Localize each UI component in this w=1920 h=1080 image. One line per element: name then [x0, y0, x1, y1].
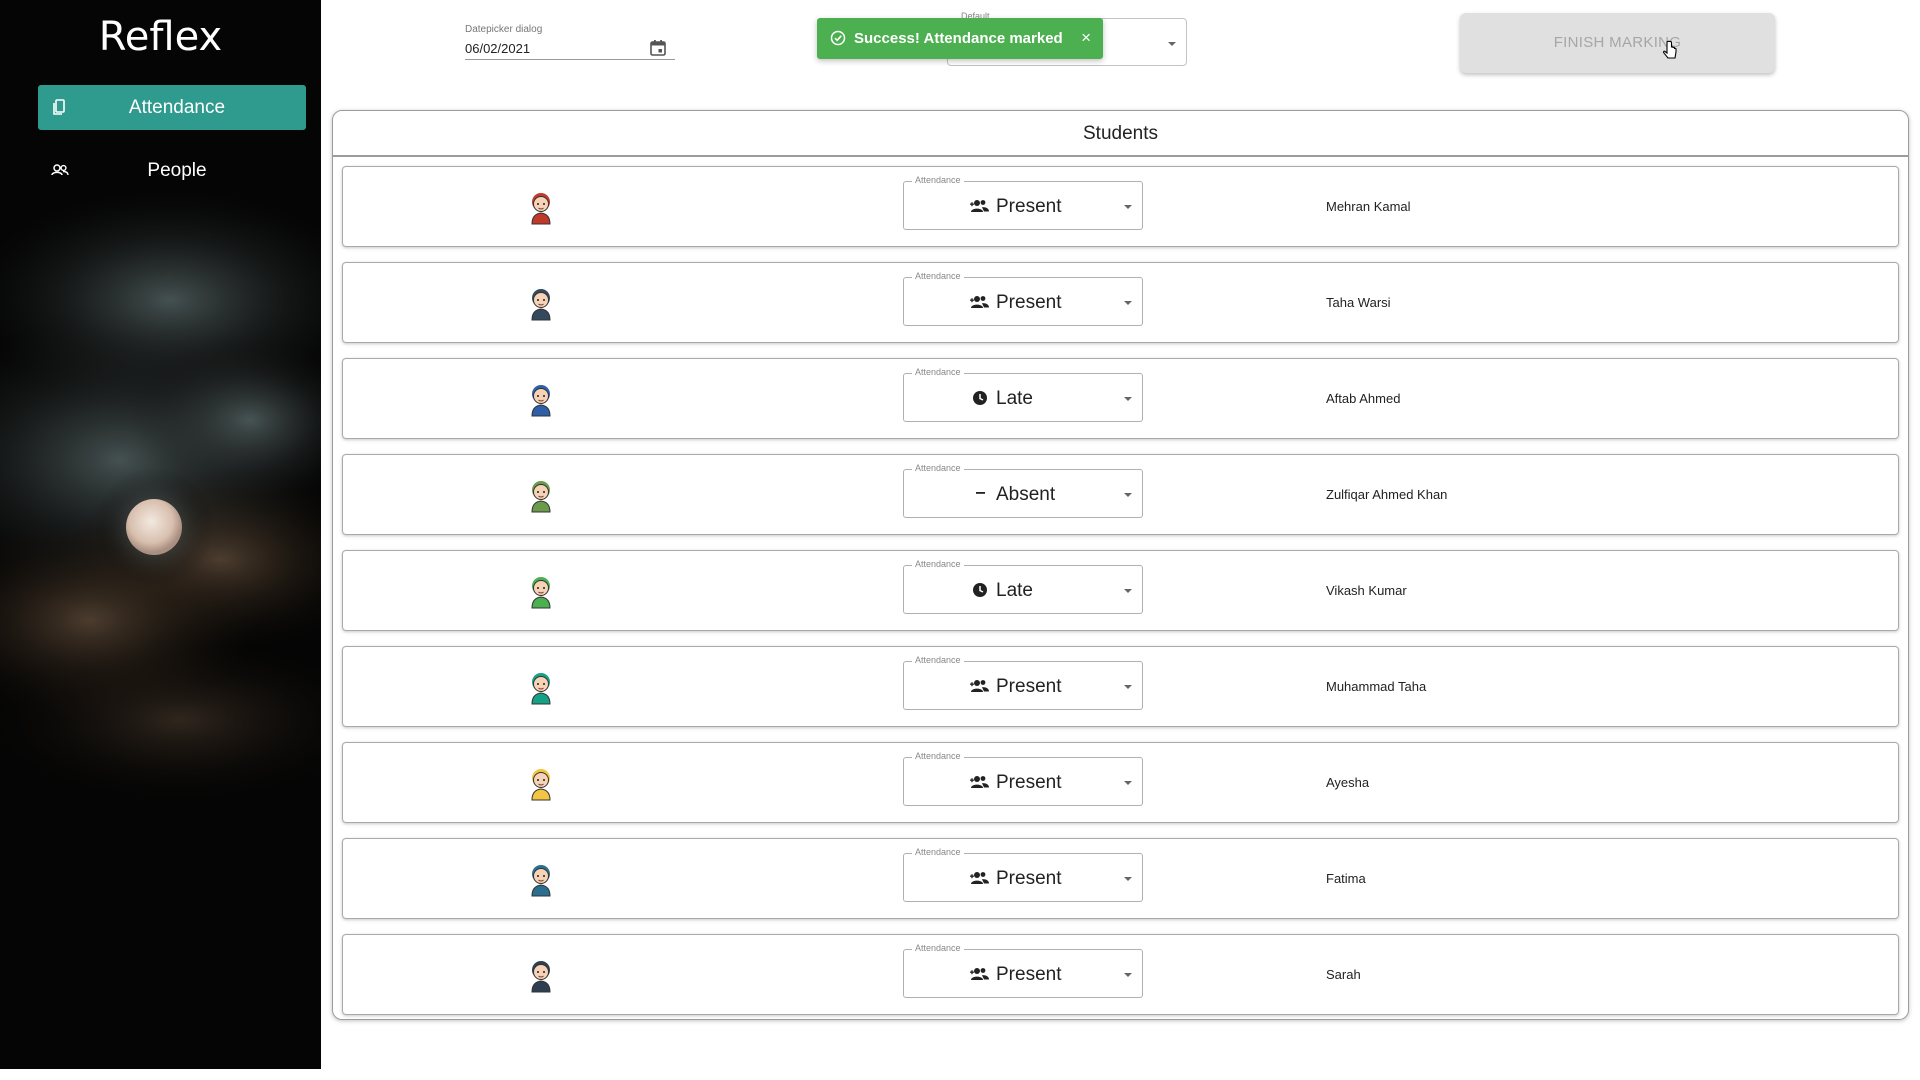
date-picker-field[interactable]: Datepicker dialog 06/02/2021	[465, 22, 675, 60]
sidebar-item-people[interactable]: People	[38, 148, 306, 193]
student-name: Aftab Ahmed	[1326, 391, 1401, 406]
toast-message: Success! Attendance marked	[854, 30, 1063, 47]
student-row: Attendance Present Fatima	[342, 838, 1899, 919]
attendance-status-value: Present	[996, 292, 1062, 313]
chevron-down-icon	[1124, 973, 1132, 977]
attendance-status-value: Late	[996, 580, 1033, 601]
students-card: Students Attendance Present Mehran Kamal	[332, 110, 1909, 1020]
student-avatar	[531, 673, 551, 705]
attendance-select[interactable]: Attendance Present	[903, 751, 1143, 806]
student-row: Attendance Late Aftab Ahmed	[342, 358, 1899, 439]
student-row: Attendance Late Vikash Kumar	[342, 550, 1899, 631]
clock-icon	[973, 391, 987, 405]
attendance-select-label: Attendance	[912, 655, 964, 665]
student-avatar	[531, 289, 551, 321]
person-add-icon	[970, 296, 989, 308]
app-brand: Reflex	[98, 14, 223, 60]
student-row: Attendance Present Sarah	[342, 934, 1899, 1015]
attendance-status-value: Absent	[996, 484, 1056, 505]
chevron-down-icon	[1124, 589, 1132, 593]
clock-icon	[973, 583, 987, 597]
student-row: Attendance Present Muhammad Taha	[342, 646, 1899, 727]
date-picker-label: Datepicker dialog	[465, 24, 543, 35]
student-name: Mehran Kamal	[1326, 199, 1411, 214]
student-avatar	[531, 193, 551, 225]
attendance-select-label: Attendance	[912, 463, 964, 473]
chevron-down-icon	[1168, 42, 1176, 46]
chevron-down-icon	[1124, 205, 1132, 209]
minus-icon	[976, 492, 985, 494]
student-name: Muhammad Taha	[1326, 679, 1427, 694]
attendance-status-value: Late	[996, 388, 1033, 409]
finish-marking-button[interactable]: FINISH MARKING	[1460, 13, 1775, 73]
calendar-icon[interactable]	[649, 39, 667, 57]
attendance-select-label: Attendance	[912, 559, 964, 569]
person-add-icon	[970, 968, 989, 980]
attendance-select-label: Attendance	[912, 271, 964, 281]
attendance-status-value: Present	[996, 868, 1062, 889]
student-name: Fatima	[1326, 871, 1366, 886]
sidebar-item-label: Attendance	[128, 96, 226, 118]
people-icon	[51, 164, 69, 176]
sidebar-item-label: People	[147, 159, 207, 181]
attendance-status-value: Present	[996, 676, 1062, 697]
attendance-status-value: Present	[996, 196, 1062, 217]
sidebar: Reflex Attendance People	[0, 0, 321, 1069]
chevron-down-icon	[1124, 301, 1132, 305]
attendance-select[interactable]: Attendance Present	[903, 271, 1143, 326]
attendance-select-label: Attendance	[912, 751, 964, 761]
student-avatar	[531, 481, 551, 513]
close-icon[interactable]: ×	[1081, 28, 1091, 48]
student-row: Attendance Present Ayesha	[342, 742, 1899, 823]
moon-graphic	[126, 499, 182, 555]
attendance-select[interactable]: Attendance Present	[903, 175, 1143, 230]
date-picker-value[interactable]: 06/02/2021	[465, 41, 530, 56]
student-name: Vikash Kumar	[1326, 583, 1407, 598]
attendance-select[interactable]: Attendance Absent	[903, 463, 1143, 518]
attendance-select-label: Attendance	[912, 367, 964, 377]
sidebar-item-attendance[interactable]: Attendance	[38, 85, 306, 130]
students-list: Attendance Present Mehran Kamal Attendan…	[342, 166, 1899, 1030]
attendance-status-value: Present	[996, 772, 1062, 793]
student-avatar	[531, 769, 551, 801]
person-add-icon	[970, 200, 989, 212]
attendance-select[interactable]: Attendance Present	[903, 655, 1143, 710]
check-circle-icon	[830, 30, 846, 46]
students-title: Students	[333, 111, 1908, 157]
person-add-icon	[970, 680, 989, 692]
student-name: Taha Warsi	[1326, 295, 1391, 310]
chevron-down-icon	[1124, 397, 1132, 401]
student-name: Zulfiqar Ahmed Khan	[1326, 487, 1448, 502]
chevron-down-icon	[1124, 685, 1132, 689]
person-add-icon	[970, 872, 989, 884]
success-toast: Success! Attendance marked ×	[817, 18, 1103, 59]
student-row: Attendance Present Mehran Kamal	[342, 166, 1899, 247]
attendance-select[interactable]: Attendance Present	[903, 943, 1143, 998]
attendance-status-value: Present	[996, 964, 1062, 985]
student-row: Attendance Absent Zulfiqar Ahmed Khan	[342, 454, 1899, 535]
attendance-select[interactable]: Attendance Present	[903, 847, 1143, 902]
student-avatar	[531, 865, 551, 897]
attendance-select-label: Attendance	[912, 943, 964, 953]
mouse-cursor-icon	[1662, 40, 1677, 59]
attendance-select[interactable]: Attendance Late	[903, 559, 1143, 614]
book-icon	[53, 99, 65, 115]
student-name: Sarah	[1326, 967, 1361, 982]
student-avatar	[531, 577, 551, 609]
student-row: Attendance Present Taha Warsi	[342, 262, 1899, 343]
chevron-down-icon	[1124, 781, 1132, 785]
chevron-down-icon	[1124, 493, 1132, 497]
student-avatar	[531, 385, 551, 417]
chevron-down-icon	[1124, 877, 1132, 881]
person-add-icon	[970, 776, 989, 788]
attendance-select[interactable]: Attendance Late	[903, 367, 1143, 422]
attendance-select-label: Attendance	[912, 847, 964, 857]
student-avatar	[531, 961, 551, 993]
attendance-select-label: Attendance	[912, 175, 964, 185]
student-name: Ayesha	[1326, 775, 1370, 790]
